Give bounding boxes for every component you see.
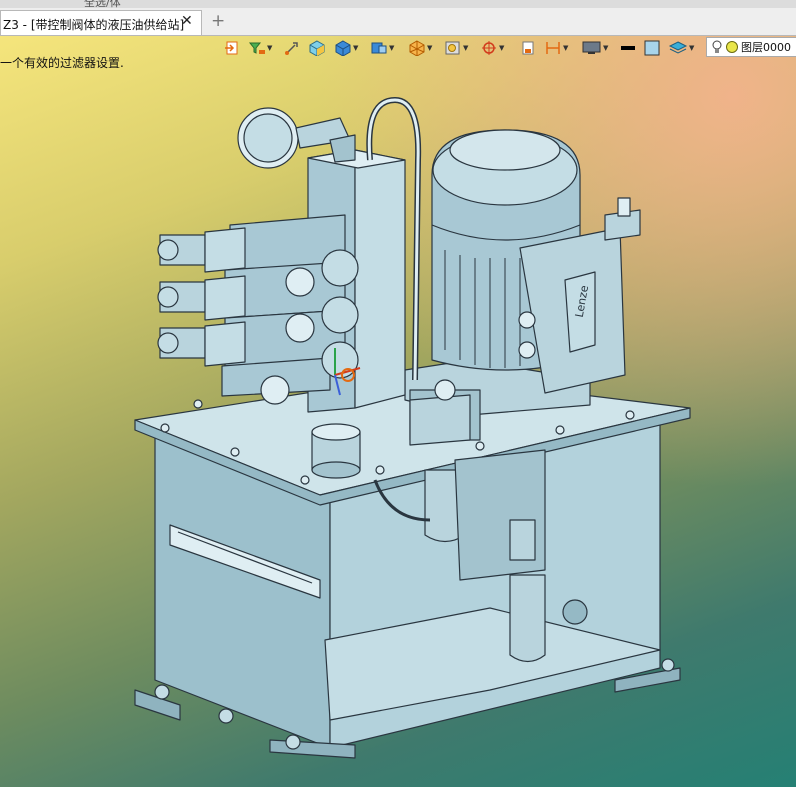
foot-bolt [218,708,234,724]
foot-bolt [285,734,301,750]
new-tab-button[interactable]: + [211,11,225,31]
suction-filter [509,574,546,663]
foot-bolt [154,684,170,700]
hydraulic-station-model: Lenze [134,97,691,759]
document-tabbar: Z3 - [带控制阀体的液压油供给站] ✕ + [0,8,796,36]
drain-port [562,599,588,625]
document-tab[interactable]: Z3 - [带控制阀体的液压油供给站] ✕ [0,10,202,35]
document-tab-title: Z3 - [带控制阀体的液压油供给站] [3,18,185,32]
close-tab-button[interactable]: ✕ [181,13,193,29]
3d-viewport[interactable]: ▼ ▼ ▼ ▼ ▼ ▼ ▼ ▼ ▼ 图层0000 一个有效的过滤器设置. Len… [0,36,796,787]
solenoid-valves [157,214,359,405]
foot-bolt [661,658,675,672]
